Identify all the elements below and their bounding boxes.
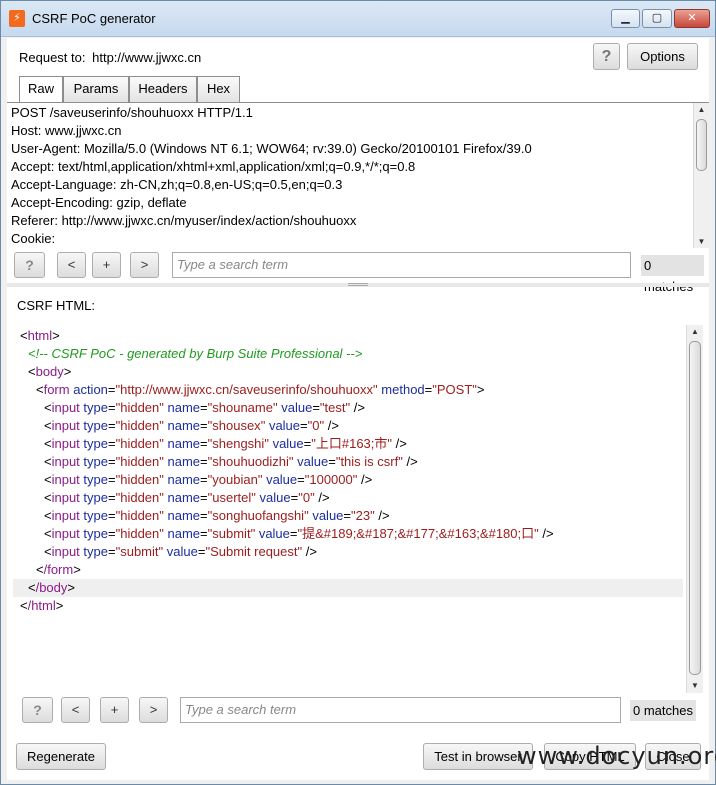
match-count: 0 matches bbox=[641, 255, 704, 294]
code-line: <input type="hidden" name="usertel" valu… bbox=[44, 490, 330, 505]
code-line: <input type="submit" value="Submit reque… bbox=[44, 544, 317, 559]
raw-request-editor[interactable]: POST /saveuserinfo/shouhuoxx HTTP/1.1 Ho… bbox=[7, 102, 709, 248]
code-line-current: </body> bbox=[13, 579, 683, 597]
raw-search-bar: ? < + > Type a search term 0 matches bbox=[14, 252, 704, 294]
scroll-thumb[interactable] bbox=[689, 341, 701, 675]
maximize-icon: ▢ bbox=[651, 12, 663, 24]
tab-headers[interactable]: Headers bbox=[129, 76, 197, 102]
code-line: </html> bbox=[20, 598, 64, 613]
request-url: http://www.jjwxc.cn bbox=[92, 50, 202, 65]
close-icon: ✕ bbox=[687, 12, 697, 24]
raw-line: User-Agent: Mozilla/5.0 (Windows NT 6.1;… bbox=[11, 141, 532, 156]
code-line: <html> bbox=[20, 328, 60, 343]
code-line: <input type="hidden" name="shouname" val… bbox=[44, 400, 365, 415]
search-next-button[interactable]: > bbox=[139, 697, 168, 723]
code-line: <input type="hidden" name="shengshi" val… bbox=[44, 436, 407, 451]
match-count: 0 matches bbox=[630, 700, 696, 721]
close-window-button[interactable]: ✕ bbox=[674, 9, 710, 28]
request-to-label: Request to: bbox=[19, 50, 86, 65]
search-next-button[interactable]: > bbox=[130, 252, 159, 278]
raw-line: Host: www.jjwxc.cn bbox=[11, 123, 122, 138]
raw-line: Cookie: bbox=[11, 231, 56, 246]
code-line: <body> bbox=[28, 364, 72, 379]
dialog-content: Request to: http://www.jjwxc.cn ? Option… bbox=[7, 38, 716, 780]
minimize-icon: ▁ bbox=[621, 12, 630, 24]
code-line: <input type="hidden" name="shousex" valu… bbox=[44, 418, 339, 433]
code-line: <!-- CSRF PoC - generated by Burp Suite … bbox=[28, 346, 363, 361]
code-scrollbar[interactable]: ▲ ▼ bbox=[686, 325, 703, 693]
code-line: <input type="hidden" name="songhuofangsh… bbox=[44, 508, 390, 523]
search-help-button[interactable]: ? bbox=[22, 697, 53, 723]
search-help-button[interactable]: ? bbox=[14, 252, 45, 278]
regenerate-button[interactable]: Regenerate bbox=[16, 743, 106, 770]
minimize-button[interactable]: ▁ bbox=[611, 9, 640, 28]
raw-line: Accept-Encoding: gzip, deflate bbox=[11, 195, 187, 210]
options-button[interactable]: Options bbox=[627, 43, 698, 70]
code-line: <form action="http://www.jjwxc.cn/saveus… bbox=[36, 382, 485, 397]
request-target: Request to: http://www.jjwxc.cn bbox=[19, 50, 201, 65]
tab-params[interactable]: Params bbox=[63, 76, 129, 102]
help-button[interactable]: ? bbox=[593, 43, 620, 70]
splitter-grip-icon[interactable] bbox=[348, 283, 368, 286]
code-line: <input type="hidden" name="shouhuodizhi"… bbox=[44, 454, 418, 469]
html-search-bar: ? < + > Type a search term 0 matches bbox=[22, 697, 704, 725]
window-title: CSRF PoC generator bbox=[32, 11, 156, 26]
search-input[interactable]: Type a search term bbox=[172, 252, 631, 278]
search-prev-button[interactable]: < bbox=[57, 252, 86, 278]
watermark-text: www.docyun.org bbox=[517, 742, 716, 770]
maximize-button[interactable]: ▢ bbox=[642, 9, 672, 28]
search-prev-button[interactable]: < bbox=[61, 697, 90, 723]
scroll-thumb[interactable] bbox=[696, 119, 707, 171]
csrf-html-editor[interactable]: <html> <!-- CSRF PoC - generated by Burp… bbox=[13, 325, 703, 693]
code-line: <input type="hidden" name="youbian" valu… bbox=[44, 472, 373, 487]
csrf-html-label: CSRF HTML: bbox=[17, 298, 95, 313]
tab-hex[interactable]: Hex bbox=[197, 76, 240, 102]
scroll-down-icon[interactable]: ▼ bbox=[694, 235, 709, 248]
tab-raw[interactable]: Raw bbox=[19, 76, 63, 103]
scroll-down-icon[interactable]: ▼ bbox=[687, 679, 703, 693]
search-input[interactable]: Type a search term bbox=[180, 697, 621, 723]
search-add-button[interactable]: + bbox=[92, 252, 121, 278]
scroll-up-icon[interactable]: ▲ bbox=[687, 325, 703, 339]
code-line: <input type="hidden" name="submit" value… bbox=[44, 526, 554, 541]
raw-line: Referer: http://www.jjwxc.cn/myuser/inde… bbox=[11, 213, 357, 228]
raw-scrollbar[interactable]: ▲ ▼ bbox=[693, 103, 709, 248]
burp-app-icon: ⚡ bbox=[9, 10, 25, 27]
title-bar[interactable]: ⚡ CSRF PoC generator ▁ ▢ ✕ bbox=[1, 1, 715, 37]
code-line: </form> bbox=[36, 562, 81, 577]
scroll-up-icon[interactable]: ▲ bbox=[694, 103, 709, 117]
csrf-poc-window: ⚡ CSRF PoC generator ▁ ▢ ✕ Request to: h… bbox=[0, 0, 716, 785]
search-add-button[interactable]: + bbox=[100, 697, 129, 723]
raw-line: POST /saveuserinfo/shouhuoxx HTTP/1.1 bbox=[11, 105, 253, 120]
pane-splitter[interactable] bbox=[7, 283, 709, 287]
raw-line: Accept-Language: zh-CN,zh;q=0.8,en-US;q=… bbox=[11, 177, 343, 192]
raw-line: Accept: text/html,application/xhtml+xml,… bbox=[11, 159, 416, 174]
